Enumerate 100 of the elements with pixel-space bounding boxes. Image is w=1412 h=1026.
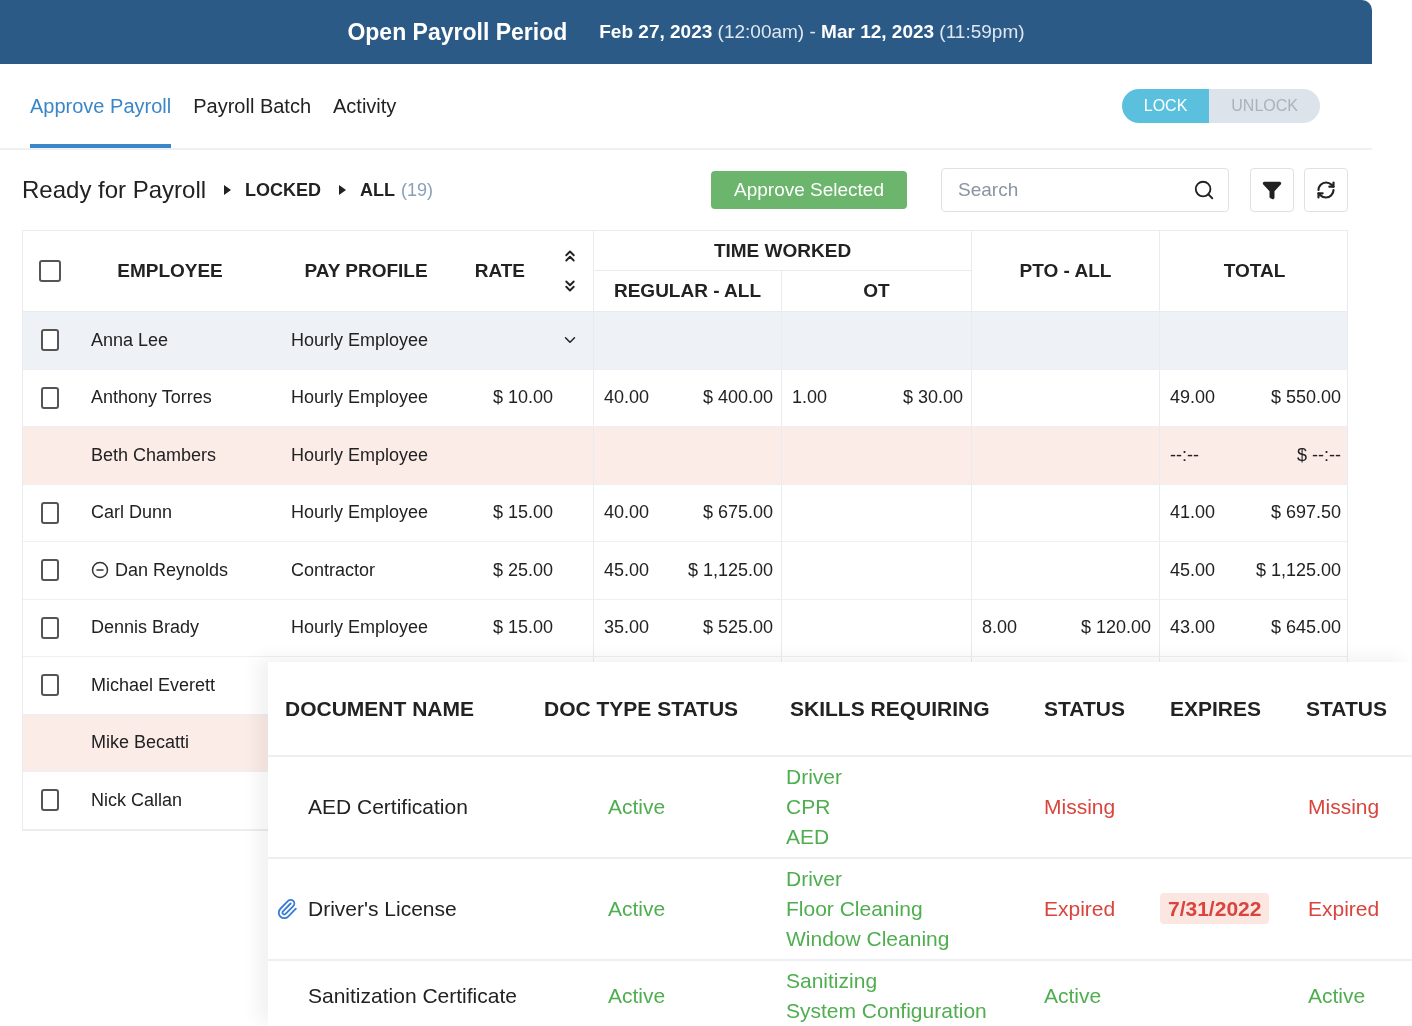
employee-row[interactable]: Dennis Brady Hourly Employee $ 15.00 35.00 $ 525.00 8.00 $ 120.00 43.00 $ 645.00 xyxy=(23,599,1347,657)
column-header: DOCUMENT NAME xyxy=(284,696,474,721)
table-cell: 35.00 xyxy=(604,617,650,639)
column-header: OT xyxy=(863,280,890,302)
document-status: Expired xyxy=(1043,897,1116,921)
column-header: PAY PROFILE xyxy=(304,260,428,282)
table-cell: 41.00 xyxy=(1170,502,1216,524)
checkbox[interactable] xyxy=(41,501,59,524)
caret-icon xyxy=(224,185,232,195)
search-icon[interactable] xyxy=(1193,179,1215,201)
skill-name: Driver xyxy=(786,866,843,892)
pay-profile: Hourly Employee xyxy=(291,329,429,351)
pay-profile: Hourly Employee xyxy=(291,502,429,524)
table-cell: 40.00 xyxy=(604,502,650,524)
table-cell: $ 525.00 xyxy=(702,617,773,639)
checkbox[interactable] xyxy=(41,616,59,639)
checkbox[interactable] xyxy=(41,789,59,812)
table-cell: $ 645.00 xyxy=(1270,617,1341,639)
table-cell: $ 25.00 xyxy=(492,559,553,581)
table-cell: $ --:-- xyxy=(1297,444,1341,466)
table-cell: $ 1,125.00 xyxy=(1255,559,1341,581)
table-cell: 8.00 xyxy=(982,617,1018,639)
document-status: Expired xyxy=(1307,897,1380,921)
column-header: DOC TYPE STATUS xyxy=(543,696,739,721)
document-name: Driver's License xyxy=(308,897,457,921)
employee-row[interactable]: Anthony Torres Hourly Employee $ 10.00 40.00 $ 400.00 1.00 $ 30.00 49.00 $ 550.00 xyxy=(23,369,1347,427)
employee-name: Dan Reynolds xyxy=(115,559,229,581)
document-row[interactable]: AED Certification Active Driver CPR AED Missing Missing xyxy=(268,757,1412,859)
employee-row[interactable]: Carl Dunn Hourly Employee $ 15.00 40.00 $ 675.00 41.00 $ 697.50 xyxy=(23,484,1347,542)
table-cell: $ 550.00 xyxy=(1270,387,1341,409)
table-cell: $ 120.00 xyxy=(1080,617,1151,639)
doc-type-status: Active xyxy=(607,984,666,1008)
doc-type-status: Active xyxy=(607,795,666,819)
expiry-date: 7/31/2022 xyxy=(1160,893,1270,924)
table-cell: 40.00 xyxy=(604,387,650,409)
document-status: Missing xyxy=(1043,795,1116,819)
tab[interactable]: Activity xyxy=(333,64,397,148)
skill-name: Floor Cleaning xyxy=(786,896,924,922)
skill-name: AED xyxy=(786,824,831,850)
filter-button[interactable] xyxy=(1250,168,1294,212)
pay-profile: Hourly Employee xyxy=(291,387,429,409)
table-cell: $ 15.00 xyxy=(492,502,553,524)
document-status: Active xyxy=(1043,984,1102,1008)
employee-name: Beth Chambers xyxy=(91,444,217,466)
table-cell: 49.00 xyxy=(1170,387,1216,409)
refresh-icon xyxy=(1316,180,1336,200)
search-field[interactable]: Search xyxy=(941,168,1229,212)
table-cell: 45.00 xyxy=(604,559,650,581)
employee-name: Michael Everett xyxy=(91,674,216,696)
tab[interactable]: Payroll Batch xyxy=(193,64,312,148)
pay-profile: Hourly Employee xyxy=(291,617,429,639)
period-title: Open Payroll Period xyxy=(347,18,568,46)
checkbox[interactable] xyxy=(39,260,61,282)
table-cell: $ 30.00 xyxy=(902,387,963,409)
document-name: Sanitization Certificate xyxy=(308,984,517,1008)
column-header: TIME WORKED xyxy=(713,239,852,262)
table-cell: 1.00 xyxy=(792,387,828,409)
document-row[interactable]: Driver's License Active Driver Floor Cleaning Window Cleaning Expired 7/31/2022 Expired xyxy=(268,859,1412,961)
caret-icon xyxy=(339,185,347,195)
checkbox[interactable] xyxy=(41,559,59,582)
column-header: PTO - ALL xyxy=(1019,260,1112,282)
filter-icon xyxy=(1262,180,1282,200)
checkbox[interactable] xyxy=(41,674,59,697)
table-cell: $ 675.00 xyxy=(702,502,773,524)
employee-row[interactable]: Dan Reynolds Contractor $ 25.00 45.00 $ 1,125.00 45.00 $ 1,125.00 xyxy=(23,542,1347,600)
breadcrumb-step[interactable]: ALL xyxy=(360,179,396,201)
document-row[interactable]: Sanitization Certificate Active Sanitizing System Configuration Active Active xyxy=(268,961,1412,1026)
employee-name: Anna Lee xyxy=(91,329,169,351)
employee-row[interactable]: Beth Chambers Hourly Employee --:-- $ --:-- xyxy=(23,427,1347,485)
column-header: SKILLS REQUIRING xyxy=(789,696,990,721)
pay-profile: Contractor xyxy=(291,559,376,581)
period-range: Feb 27, 2023 (12:00am) - Mar 12, 2023 (11:59pm) xyxy=(599,21,1025,43)
skill-name: CPR xyxy=(786,794,832,820)
skill-name: Sanitizing xyxy=(786,968,879,994)
document-status: Missing xyxy=(1307,795,1380,819)
checkbox[interactable] xyxy=(41,386,59,409)
column-header: EXPIRES xyxy=(1169,696,1262,721)
checkbox[interactable] xyxy=(41,329,59,352)
column-header: RATE xyxy=(474,260,525,282)
doc-type-status: Active xyxy=(607,897,666,921)
employee-name: Carl Dunn xyxy=(91,502,173,524)
table-cell: $ 10.00 xyxy=(492,387,553,409)
column-header: STATUS xyxy=(1305,696,1387,721)
skill-name: Driver xyxy=(786,764,843,790)
employee-name: Mike Becatti xyxy=(91,732,190,754)
minus-circle-icon xyxy=(91,561,109,580)
pay-profile: Hourly Employee xyxy=(291,444,429,466)
employee-name: Anthony Torres xyxy=(91,387,212,409)
paperclip-icon[interactable] xyxy=(276,898,298,920)
column-header: REGULAR - ALL xyxy=(613,280,762,302)
tab[interactable]: Approve Payroll xyxy=(30,64,172,148)
document-name: AED Certification xyxy=(308,795,468,819)
employee-row[interactable]: Anna Lee Hourly Employee xyxy=(23,312,1347,370)
table-cell: $ 697.50 xyxy=(1270,502,1341,524)
breadcrumb-step[interactable]: LOCKED xyxy=(245,179,322,201)
section-title: Ready for Payroll xyxy=(22,176,207,204)
table-cell: $ 1,125.00 xyxy=(687,559,773,581)
table-cell: --:-- xyxy=(1170,444,1199,466)
refresh-button[interactable] xyxy=(1304,168,1348,212)
column-header: TOTAL xyxy=(1223,260,1286,282)
